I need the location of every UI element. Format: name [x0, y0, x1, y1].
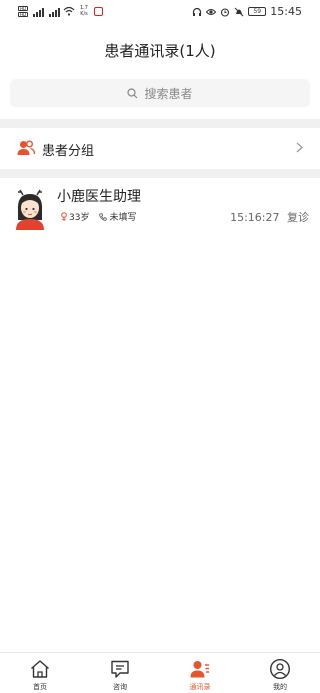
status-bar-left: HD HD 1.7 K/s: [18, 5, 103, 17]
alarm-icon: [221, 7, 230, 17]
tab-home[interactable]: 首页: [0, 653, 80, 693]
mute-icon: [234, 7, 244, 16]
headphones-icon: [193, 7, 202, 16]
signal-2-icon: [49, 6, 60, 17]
tab-home-label: 首页: [33, 683, 47, 691]
screen-record-icon: [93, 6, 103, 16]
patient-visit-info: 15:16:27 复诊: [230, 209, 309, 225]
bottom-tab-bar: 首页 咨询 通讯录 我的: [0, 652, 320, 693]
network-speed-unit: K/s: [80, 11, 88, 17]
home-icon: [31, 660, 49, 678]
search-placeholder: 搜索患者: [144, 86, 193, 101]
tab-consult[interactable]: 咨询: [80, 653, 160, 693]
status-bar-right: 59 15:45: [192, 5, 302, 18]
patient-visit-time: 15:16:27: [230, 211, 280, 224]
search-icon: [127, 87, 138, 98]
eye-icon: [206, 8, 217, 15]
patient-group-row[interactable]: 患者分组: [0, 128, 320, 169]
sim-indicators: HD HD: [18, 5, 28, 17]
patient-name: 小鹿医生助理: [57, 189, 141, 205]
network-speed: 1.7 K/s: [80, 5, 88, 17]
patient-avatar: [16, 189, 44, 230]
female-icon: [61, 212, 67, 221]
chevron-right-icon: [296, 142, 303, 153]
search-bar[interactable]: 搜索患者: [10, 79, 310, 107]
patient-group-label: 患者分组: [42, 144, 95, 159]
status-bar: HD HD 1.7 K/s 59 15:45: [0, 0, 320, 26]
patient-visit-status: 复诊: [287, 211, 309, 224]
profile-icon: [269, 658, 291, 680]
tab-consult-label: 咨询: [113, 683, 127, 691]
chat-icon: [111, 660, 129, 678]
app-screen: HD HD 1.7 K/s 59 15:45 患者通讯录(1人) 搜索患者 患者…: [0, 0, 320, 693]
signal-1-icon: [33, 6, 44, 17]
page-title: 患者通讯录(1人): [104, 42, 216, 60]
tab-profile-label: 我的: [273, 683, 287, 691]
tab-contacts-label: 通讯录: [189, 683, 211, 691]
sim1-hd-badge: HD: [18, 5, 28, 11]
patient-phone: 未填写: [109, 213, 137, 223]
contacts-icon: [190, 661, 209, 678]
tab-profile[interactable]: 我的: [240, 653, 320, 693]
phone-icon: [99, 212, 108, 221]
tab-contacts[interactable]: 通讯录: [160, 653, 240, 693]
patient-list-item[interactable]: 小鹿医生助理 33岁 未填写 15:16:27 复诊: [0, 178, 320, 238]
wifi-icon: [63, 6, 75, 16]
section-divider: [0, 169, 320, 178]
patient-meta: 33岁 未填写: [61, 210, 136, 223]
battery-icon: 59: [248, 7, 267, 16]
clock: 15:45: [270, 5, 302, 18]
sim2-hd-badge: HD: [18, 11, 28, 17]
patient-age: 33岁: [69, 213, 90, 223]
patient-group-icon: [17, 140, 35, 155]
section-divider: [0, 119, 320, 128]
